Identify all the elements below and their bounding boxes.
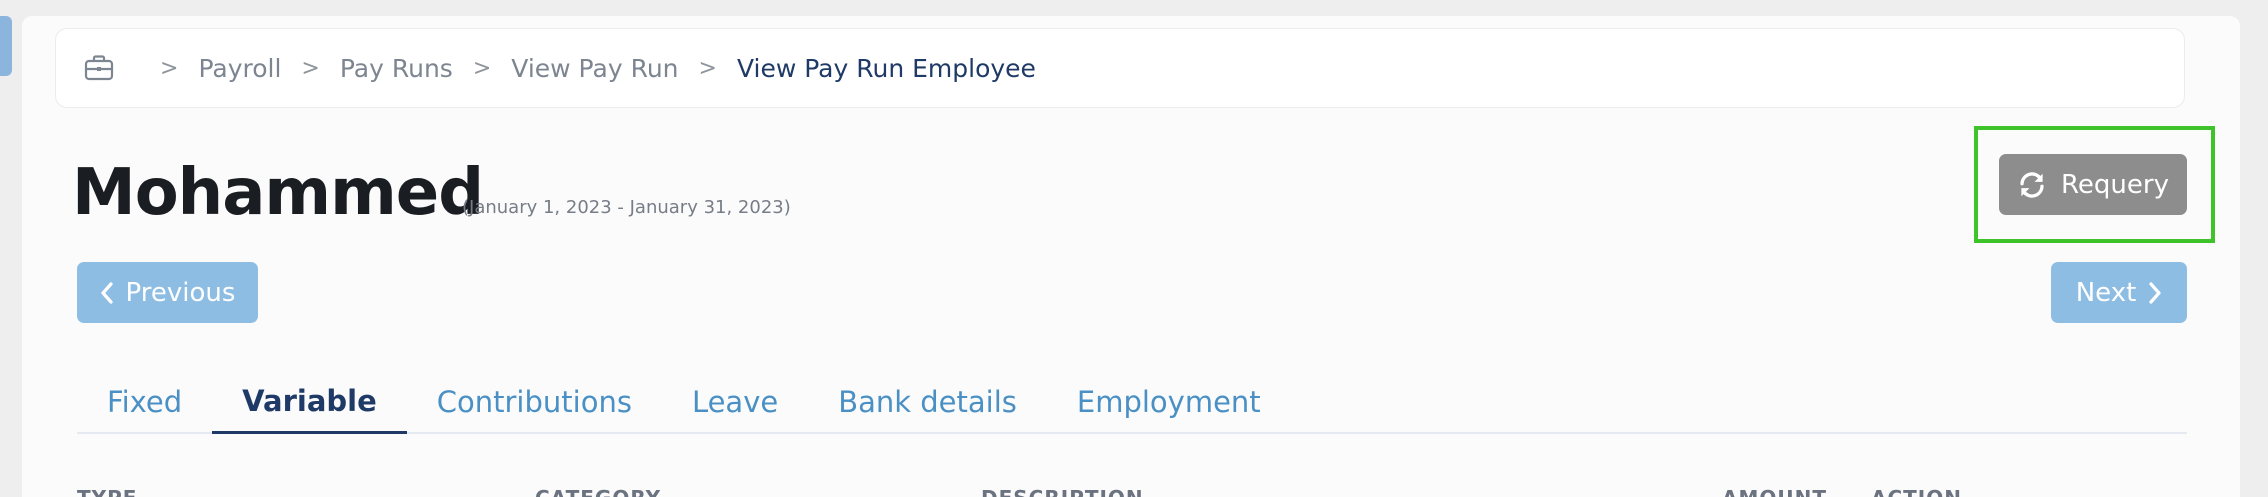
- column-header-description[interactable]: DESCRIPTION: [981, 486, 1144, 497]
- page-title: Mohammed: [72, 156, 484, 230]
- refresh-icon: [2020, 171, 2044, 198]
- chevron-right-icon: >: [301, 55, 320, 81]
- column-header-amount[interactable]: AMOUNT: [1722, 486, 1827, 497]
- side-panel-toggle[interactable]: [0, 16, 12, 76]
- tab-employment[interactable]: Employment: [1047, 370, 1291, 434]
- chevron-right-icon: >: [698, 55, 717, 81]
- chevron-right-icon: [2149, 281, 2161, 304]
- column-header-category[interactable]: CATEGORY: [535, 486, 661, 497]
- tab-fixed[interactable]: Fixed: [77, 370, 212, 434]
- tab-leave[interactable]: Leave: [662, 370, 808, 434]
- breadcrumb-payroll[interactable]: Payroll: [198, 54, 281, 83]
- previous-button[interactable]: Previous: [77, 262, 258, 323]
- requery-button[interactable]: Requery: [1999, 154, 2187, 215]
- tab-variable[interactable]: Variable: [212, 370, 407, 434]
- briefcase-icon[interactable]: [84, 54, 114, 82]
- table-header: TYPE CATEGORY DESCRIPTION AMOUNT ACTION: [77, 486, 2187, 497]
- tab-bank-details[interactable]: Bank details: [808, 370, 1047, 434]
- chevron-right-icon: >: [472, 55, 492, 81]
- tab-contributions[interactable]: Contributions: [407, 370, 662, 434]
- column-header-action: ACTION: [1871, 486, 1962, 497]
- breadcrumb-pay-runs[interactable]: Pay Runs: [340, 54, 453, 83]
- pay-period: (January 1, 2023 - January 31, 2023): [462, 197, 791, 218]
- breadcrumb-current: View Pay Run Employee: [736, 53, 1036, 83]
- chevron-right-icon: >: [160, 55, 179, 81]
- previous-label: Previous: [125, 277, 236, 308]
- next-button[interactable]: Next: [2051, 262, 2187, 323]
- chevron-left-icon: [100, 281, 113, 304]
- tab-bar: Fixed Variable Contributions Leave Bank …: [77, 370, 2187, 434]
- next-label: Next: [2075, 277, 2137, 308]
- column-header-type[interactable]: TYPE: [77, 486, 137, 497]
- breadcrumb-view-pay-run[interactable]: View Pay Run: [511, 54, 678, 83]
- requery-label: Requery: [2061, 169, 2169, 200]
- breadcrumb: > Payroll > Pay Runs > View Pay Run > Vi…: [55, 28, 2185, 108]
